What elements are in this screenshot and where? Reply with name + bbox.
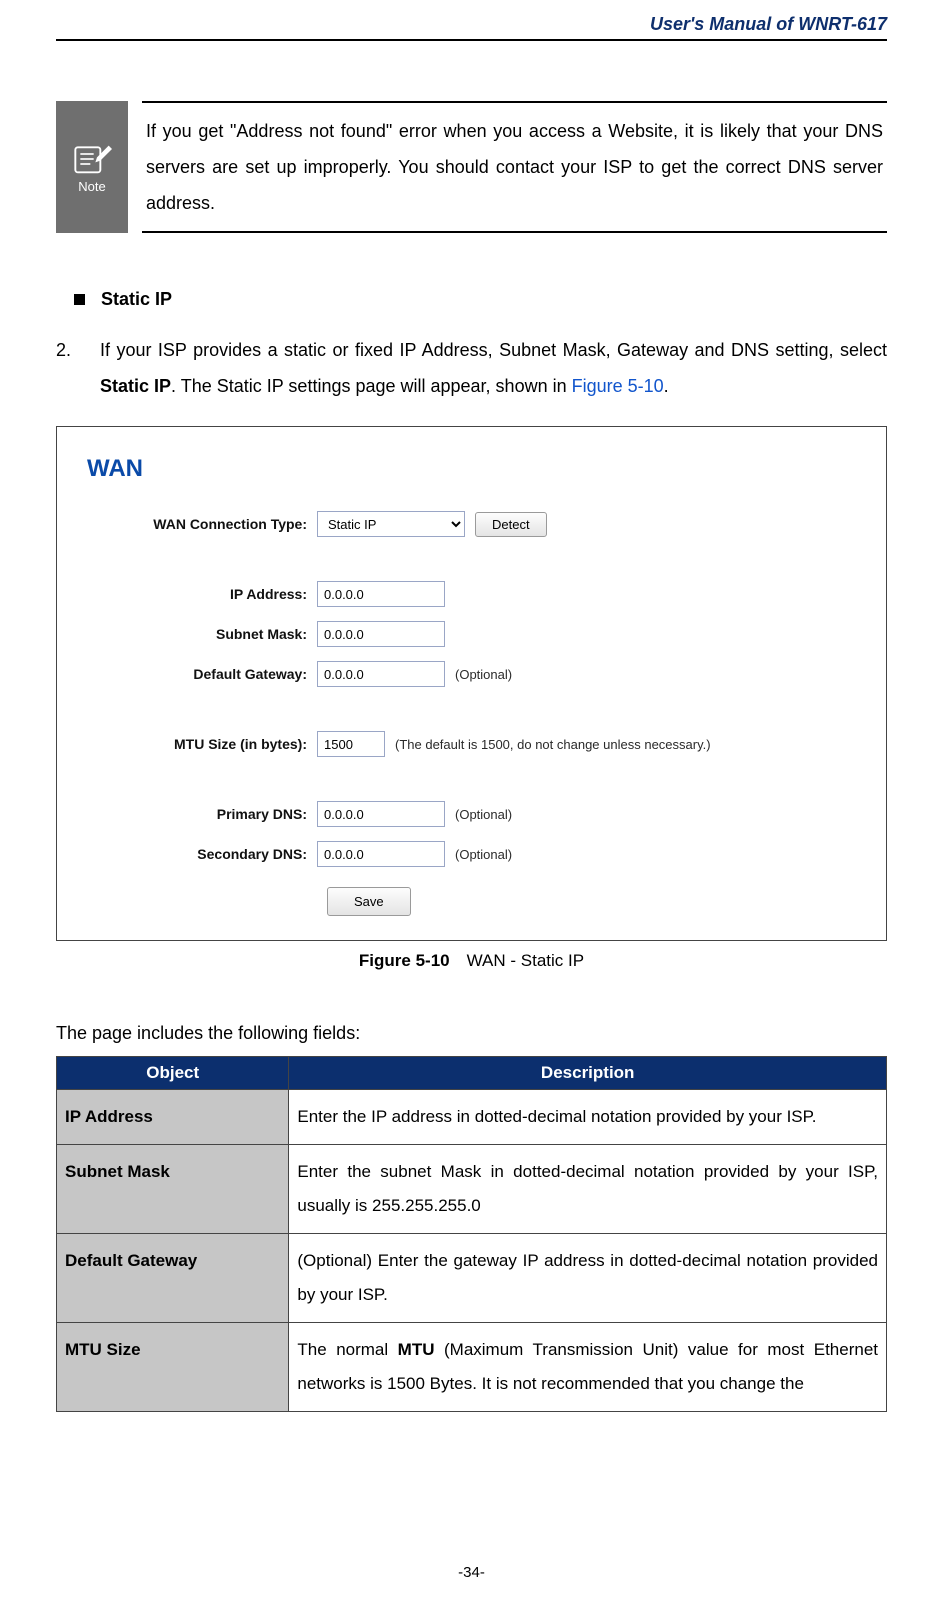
th-description: Description — [289, 1057, 887, 1090]
cell-object: MTU Size — [57, 1323, 289, 1412]
cell-object: IP Address — [57, 1090, 289, 1145]
cell-description: The normal MTU (Maximum Transmission Uni… — [289, 1323, 887, 1412]
cell-description: Enter the IP address in dotted-decimal n… — [289, 1090, 887, 1145]
table-row: Subnet Mask Enter the subnet Mask in dot… — [57, 1145, 887, 1234]
panel-title: WAN — [87, 455, 856, 483]
running-header: User's Manual of WNRT-617 — [56, 14, 887, 41]
table-row: MTU Size The normal MTU (Maximum Transmi… — [57, 1323, 887, 1412]
step-2: 2.If your ISP provides a static or fixed… — [56, 332, 887, 404]
hint-optional-gw: (Optional) — [455, 667, 512, 682]
th-object: Object — [57, 1057, 289, 1090]
subnet-mask-input[interactable] — [317, 621, 445, 647]
desc-bold: MTU — [398, 1340, 435, 1359]
label-mask: Subnet Mask: — [87, 626, 317, 642]
label-secondary-dns: Secondary DNS: — [87, 846, 317, 862]
mtu-size-input[interactable] — [317, 731, 385, 757]
section-heading: Static IP — [101, 289, 172, 310]
ip-address-input[interactable] — [317, 581, 445, 607]
save-button[interactable]: Save — [327, 887, 411, 916]
detect-button[interactable]: Detect — [475, 512, 547, 537]
label-primary-dns: Primary DNS: — [87, 806, 317, 822]
pencil-note-icon — [72, 141, 112, 177]
hint-optional-sdns: (Optional) — [455, 847, 512, 862]
fields-intro: The page includes the following fields: — [56, 1023, 887, 1044]
hint-optional-pdns: (Optional) — [455, 807, 512, 822]
label-mtu: MTU Size (in bytes): — [87, 736, 317, 752]
step-text-a: If your ISP provides a static or fixed I… — [100, 340, 887, 360]
step-bold: Static IP — [100, 376, 171, 396]
table-row: IP Address Enter the IP address in dotte… — [57, 1090, 887, 1145]
label-gateway: Default Gateway: — [87, 666, 317, 682]
bullet-square-icon — [74, 294, 85, 305]
step-text-c: . The Static IP settings page will appea… — [171, 376, 572, 396]
label-ip: IP Address: — [87, 586, 317, 602]
step-text-d: . — [664, 376, 669, 396]
secondary-dns-input[interactable] — [317, 841, 445, 867]
figure-caption: Figure 5-10 WAN - Static IP — [56, 951, 887, 971]
cell-description: Enter the subnet Mask in dotted-decimal … — [289, 1145, 887, 1234]
cell-object: Default Gateway — [57, 1234, 289, 1323]
default-gateway-input[interactable] — [317, 661, 445, 687]
page-number: -34- — [0, 1564, 943, 1581]
caption-bold: Figure 5-10 — [359, 951, 450, 970]
cell-object: Subnet Mask — [57, 1145, 289, 1234]
caption-rest: WAN - Static IP — [450, 951, 584, 970]
step-number: 2. — [56, 332, 100, 368]
primary-dns-input[interactable] — [317, 801, 445, 827]
cell-description: (Optional) Enter the gateway IP address … — [289, 1234, 887, 1323]
hint-mtu: (The default is 1500, do not change unle… — [395, 737, 711, 752]
note-callout: Note If you get "Address not found" erro… — [56, 101, 887, 233]
fields-table: Object Description IP Address Enter the … — [56, 1056, 887, 1412]
label-conn-type: WAN Connection Type: — [87, 516, 317, 532]
figure-reference-link[interactable]: Figure 5-10 — [572, 376, 664, 396]
embedded-screenshot: WAN WAN Connection Type: Static IP Detec… — [56, 426, 887, 941]
note-label: Note — [78, 179, 105, 194]
wan-connection-type-select[interactable]: Static IP — [317, 511, 465, 537]
table-row: Default Gateway (Optional) Enter the gat… — [57, 1234, 887, 1323]
desc-part-a: The normal — [297, 1340, 397, 1359]
note-text: If you get "Address not found" error whe… — [142, 101, 887, 233]
note-icon: Note — [56, 101, 128, 233]
